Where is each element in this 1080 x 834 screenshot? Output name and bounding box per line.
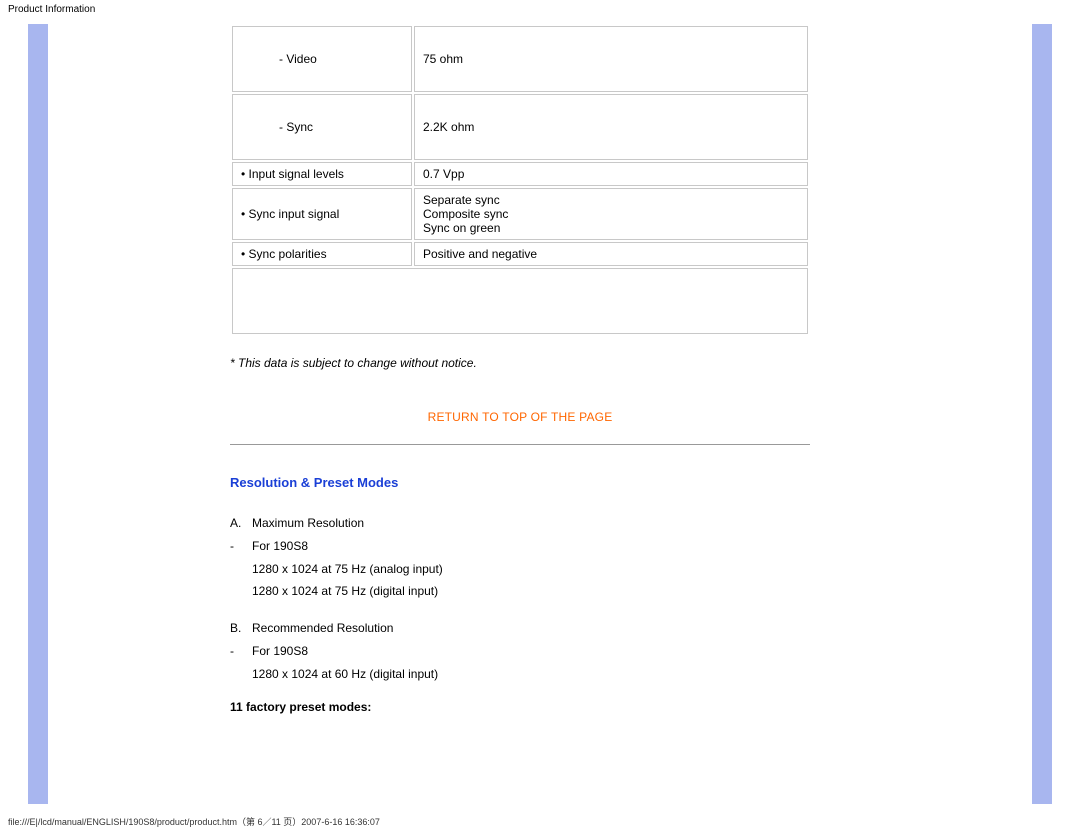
- spec-blank-row: [232, 268, 808, 334]
- spec-value: 75 ohm: [414, 26, 808, 92]
- data-change-note: * This data is subject to change without…: [230, 356, 810, 370]
- modes-item-marker: -: [230, 640, 252, 663]
- modes-item-marker: [230, 663, 252, 686]
- modes-item-marker: B.: [230, 617, 252, 640]
- return-top-container: RETURN TO TOP OF THE PAGE: [230, 410, 810, 424]
- spec-value: 2.2K ohm: [414, 94, 808, 160]
- modes-item: B.Recommended Resolution: [230, 617, 810, 640]
- spec-row: • Sync input signalSeparate syncComposit…: [232, 188, 808, 240]
- spec-label: • Input signal levels: [232, 162, 412, 186]
- page-title: Product Information: [0, 0, 1080, 19]
- spec-table: - Video75 ohm- Sync2.2K ohm• Input signa…: [230, 24, 810, 336]
- modes-item-marker: [230, 558, 252, 581]
- modes-item-marker: A.: [230, 512, 252, 535]
- spec-value: Positive and negative: [414, 242, 808, 266]
- return-top-link[interactable]: RETURN TO TOP OF THE PAGE: [428, 410, 613, 424]
- modes-item-text: 1280 x 1024 at 75 Hz (digital input): [252, 580, 438, 603]
- main-content: - Video75 ohm- Sync2.2K ohm• Input signa…: [230, 24, 810, 714]
- file-path-footer: file:///E|/lcd/manual/ENGLISH/190S8/prod…: [8, 815, 380, 828]
- modes-item: -For 190S8: [230, 640, 810, 663]
- modes-item: A.Maximum Resolution: [230, 512, 810, 535]
- spec-row: - Video75 ohm: [232, 26, 808, 92]
- modes-list: A.Maximum Resolution-For 190S81280 x 102…: [230, 512, 810, 686]
- modes-item: -For 190S8: [230, 535, 810, 558]
- spec-value: Separate syncComposite syncSync on green: [414, 188, 808, 240]
- right-decorative-band: [1032, 24, 1052, 804]
- spec-label: • Sync input signal: [232, 188, 412, 240]
- factory-preset-heading: 11 factory preset modes:: [230, 700, 810, 714]
- spec-value: 0.7 Vpp: [414, 162, 808, 186]
- modes-item-text: 1280 x 1024 at 60 Hz (digital input): [252, 663, 438, 686]
- modes-item-marker: [230, 580, 252, 603]
- spec-row: • Sync polaritiesPositive and negative: [232, 242, 808, 266]
- spec-label: - Video: [232, 26, 412, 92]
- left-decorative-band: [28, 24, 48, 804]
- spec-label: • Sync polarities: [232, 242, 412, 266]
- section-divider: [230, 444, 810, 445]
- spec-row: • Input signal levels0.7 Vpp: [232, 162, 808, 186]
- modes-item: 1280 x 1024 at 75 Hz (digital input): [230, 580, 810, 603]
- modes-gap: [230, 603, 810, 617]
- modes-item-text: For 190S8: [252, 535, 308, 558]
- modes-item: 1280 x 1024 at 75 Hz (analog input): [230, 558, 810, 581]
- modes-item-text: Recommended Resolution: [252, 617, 393, 640]
- modes-item-marker: -: [230, 535, 252, 558]
- spec-row: - Sync2.2K ohm: [232, 94, 808, 160]
- right-white-band: [924, 24, 1032, 804]
- modes-item-text: 1280 x 1024 at 75 Hz (analog input): [252, 558, 443, 581]
- modes-item-text: For 190S8: [252, 640, 308, 663]
- modes-item: 1280 x 1024 at 60 Hz (digital input): [230, 663, 810, 686]
- modes-item-text: Maximum Resolution: [252, 512, 364, 535]
- section-heading-resolution: Resolution & Preset Modes: [230, 475, 810, 490]
- spec-label: - Sync: [232, 94, 412, 160]
